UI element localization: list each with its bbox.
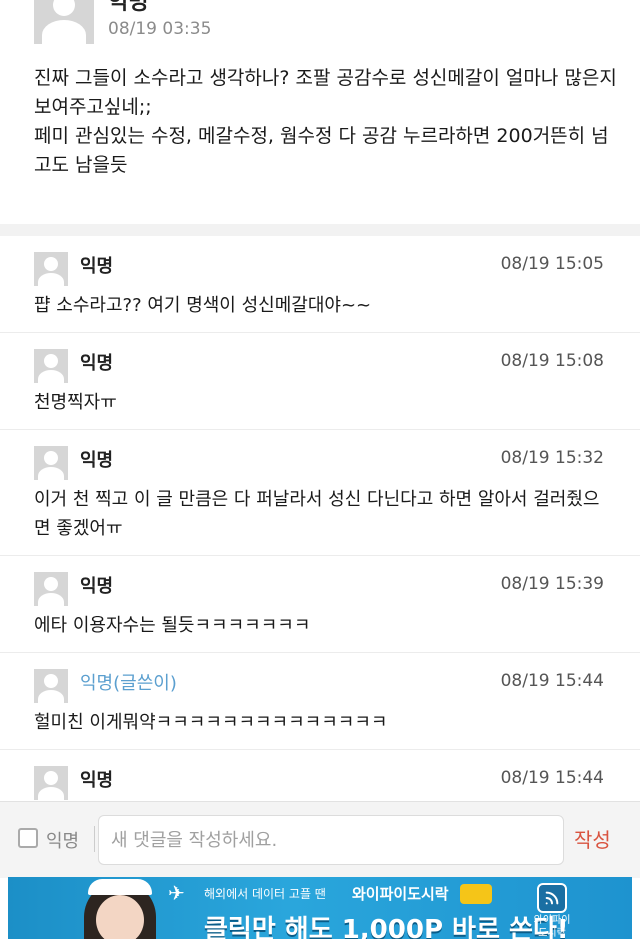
comment-text: 헐미친 이게뭐약ㅋㅋㅋㅋㅋㅋㅋㅋㅋㅋㅋㅋㅋㅋ	[34, 712, 388, 733]
post-author-avatar-icon	[34, 0, 94, 44]
comment-list: 익명 08/19 15:05 퍕 소수라고?? 여기 명색이 성신메갈대야~~ …	[0, 236, 640, 810]
section-divider	[0, 224, 640, 236]
comment-text: 천명찍자ㅠ	[34, 392, 117, 413]
comment-date: 08/19 15:32	[500, 448, 604, 468]
comment-input[interactable]	[98, 815, 564, 865]
anonymous-label[interactable]: 익명	[46, 827, 79, 853]
ad-badge	[460, 884, 492, 904]
comment-text: 에타 이용자수는 될듯ㅋㅋㅋㅋㅋㅋㅋ	[34, 615, 311, 636]
post-body: 진짜 그들이 소수라고 생각하나? 조팔 공감수로 성신메갈이 얼마나 많은지 …	[34, 64, 620, 180]
post-date: 08/19 03:35	[108, 19, 212, 39]
comment-item: 익명 08/19 15:39 에타 이용자수는 될듯ㅋㅋㅋㅋㅋㅋㅋ	[0, 556, 640, 653]
comment-date: 08/19 15:05	[500, 254, 604, 274]
post-body-line: 진짜 그들이 소수라고 생각하나? 조팔 공감수로 성신메갈이 얼마나 많은지 …	[34, 67, 617, 118]
user-avatar-icon	[34, 252, 68, 286]
ad-small-text: 해외에서 데이터 고플 땐	[204, 887, 326, 901]
divider	[94, 826, 95, 852]
ad-brand: 와이파이도시락	[352, 885, 449, 903]
ad-headline: 클릭만 해도 1,000P 바로 쏜다!	[204, 915, 569, 939]
comment-text: 이거 천 찍고 이 글 만큼은 다 퍼날라서 성신 다닌다고 하면 알아서 걸러…	[34, 489, 600, 539]
comment-author: 익명	[80, 353, 114, 374]
plane-icon: ✈	[168, 881, 185, 905]
ad-logo-label: 와이파이	[533, 915, 571, 926]
comment-date: 08/19 15:44	[500, 671, 604, 691]
comment-input-bar: 익명 작성	[0, 801, 640, 878]
user-avatar-icon	[34, 572, 68, 606]
ad-model-image	[74, 879, 166, 939]
user-avatar-icon	[34, 349, 68, 383]
ad-banner[interactable]: ✈ 해외에서 데이터 고플 땐 와이파이도시락 클릭만 해도 1,000P 바로…	[8, 877, 632, 939]
post-author: 익명	[108, 0, 149, 15]
user-avatar-icon	[34, 669, 68, 703]
comment-date: 08/19 15:39	[500, 574, 604, 594]
anonymous-checkbox[interactable]	[18, 828, 38, 848]
comment-author: 익명	[80, 576, 114, 597]
ad-logo-label: 도시락	[538, 928, 566, 939]
comment-author: 익명	[80, 256, 114, 277]
ad-logo: 와이파이 도시락	[524, 883, 580, 939]
post: 익명 08/19 03:35 진짜 그들이 소수라고 생각하나? 조팔 공감수로…	[0, 0, 640, 283]
post-body-line: 페미 관심있는 수정, 메갈수정, 웜수정 다 공감 누르라하면 200거뜬히 …	[34, 125, 609, 176]
wifi-icon	[545, 891, 559, 905]
comment-item: 익명(글쓴이) 08/19 15:44 헐미친 이게뭐약ㅋㅋㅋㅋㅋㅋㅋㅋㅋㅋㅋㅋ…	[0, 653, 640, 750]
comment-item: 익명 08/19 15:08 천명찍자ㅠ	[0, 333, 640, 430]
comment-date: 08/19 15:44	[500, 768, 604, 788]
user-avatar-icon	[34, 446, 68, 480]
comment-text: 퍕 소수라고?? 여기 명색이 성신메갈대야~~	[34, 295, 372, 316]
comment-author: 익명	[80, 770, 114, 791]
submit-comment-button[interactable]: 작성	[574, 824, 611, 853]
comment-author: 익명	[80, 450, 114, 471]
comment-item: 익명 08/19 15:32 이거 천 찍고 이 글 만큼은 다 퍼날라서 성신…	[0, 430, 640, 556]
comment-date: 08/19 15:08	[500, 351, 604, 371]
user-avatar-icon	[34, 766, 68, 800]
comment-author-op: 익명(글쓴이)	[80, 673, 177, 694]
comment-item: 익명 08/19 15:05 퍕 소수라고?? 여기 명색이 성신메갈대야~~	[0, 236, 640, 333]
